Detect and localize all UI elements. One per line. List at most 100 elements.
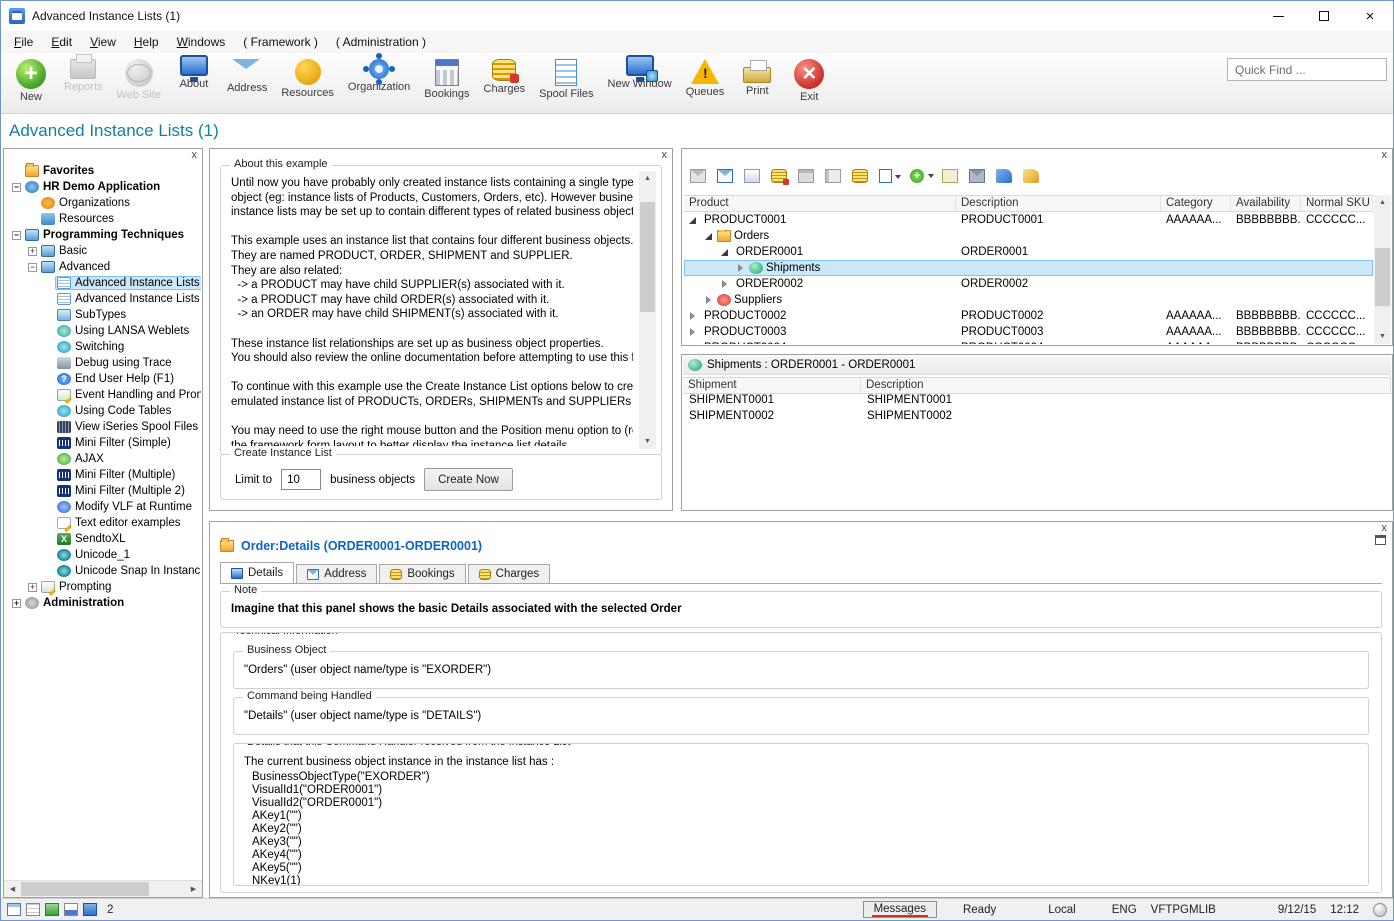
scroll-thumb[interactable] — [21, 882, 149, 896]
toolbar-button-exit[interactable]: Exit — [783, 56, 835, 105]
coins-gold-icon[interactable] — [852, 169, 868, 183]
tree-item-advanced-instance-lists[interactable]: Advanced Instance Lists — [4, 291, 201, 307]
column-header-description[interactable]: Description — [956, 196, 1161, 211]
tree-item-event-handling-and-pron[interactable]: Event Handling and Pron — [4, 387, 201, 403]
toolbar-button-address[interactable]: Address — [220, 56, 274, 96]
scroll-right-icon[interactable]: ▶ — [185, 881, 202, 898]
toolbar-button-new[interactable]: New — [5, 56, 57, 105]
card-icon[interactable] — [744, 169, 760, 183]
tree-item-view-iseries-spool-files[interactable]: View iSeries Spool Files — [4, 419, 201, 435]
tag-gold-icon[interactable] — [1023, 169, 1039, 183]
expand-triangle-icon[interactable] — [720, 279, 731, 289]
panel-gray-icon[interactable] — [798, 169, 814, 183]
charges-red-icon[interactable] — [771, 169, 787, 183]
toolbar-button-new-window[interactable]: New Window — [601, 56, 679, 92]
tab-charges[interactable]: Charges — [468, 564, 550, 583]
close-button[interactable]: × — [1347, 1, 1393, 31]
chart-icon[interactable] — [64, 903, 78, 916]
instance-row-product0004[interactable]: PRODUCT0004PRODUCT0004AAAAAA...BBBBBBBB.… — [684, 340, 1373, 344]
expand-triangle-icon[interactable] — [688, 343, 699, 344]
tree-item-unicode-snap-in-instanc[interactable]: Unicode Snap In Instanc — [4, 563, 201, 579]
expand-triangle-icon[interactable] — [688, 327, 699, 337]
menu-item-edit[interactable]: Edit — [42, 33, 81, 51]
toolbar-button-charges[interactable]: Charges — [477, 56, 533, 97]
tree-item-mini-filter-multiple-2[interactable]: Mini Filter (Multiple 2) — [4, 483, 201, 499]
about-scrollbar[interactable]: ▲ ▼ — [639, 171, 656, 449]
mail-gray-icon[interactable] — [690, 169, 706, 183]
collapse-triangle-icon[interactable] — [720, 247, 731, 257]
column-header-category[interactable]: Category — [1161, 196, 1231, 211]
mail-dark-icon[interactable] — [969, 169, 985, 183]
menu-item-view[interactable]: View — [81, 33, 125, 51]
details-close-icon[interactable]: x — [1382, 523, 1388, 534]
mail-blue-icon[interactable] — [717, 169, 733, 183]
instance-row-product0002[interactable]: PRODUCT0002PRODUCT0002AAAAAA...BBBBBBBB.… — [684, 308, 1373, 324]
instance-scrollbar[interactable]: ▲ ▼ — [1374, 195, 1391, 344]
tree-item-sendtoxl[interactable]: SendtoXL — [4, 531, 201, 547]
tree-item-mini-filter-multiple[interactable]: Mini Filter (Multiple) — [4, 467, 201, 483]
toolbar-button-bookings[interactable]: Bookings — [417, 56, 476, 102]
tree-item-prompting[interactable]: +Prompting — [4, 579, 201, 595]
about-close-icon[interactable]: x — [662, 150, 668, 161]
instance-row-suppliers[interactable]: Suppliers — [684, 292, 1373, 308]
scroll-up-icon[interactable]: ▲ — [1374, 195, 1391, 210]
table-icon[interactable] — [26, 903, 40, 916]
collapse-icon[interactable]: − — [28, 263, 37, 272]
minimize-button[interactable] — [1255, 1, 1301, 31]
toolbar-button-spool-files[interactable]: Spool Files — [532, 56, 600, 102]
toolbar-button-organization[interactable]: Organization — [341, 56, 417, 95]
tree-item-end-user-help-f1[interactable]: End User Help (F1) — [4, 371, 201, 387]
tree-item-basic[interactable]: +Basic — [4, 243, 201, 259]
tree-item-text-editor-examples[interactable]: Text editor examples — [4, 515, 201, 531]
tree-item-subtypes[interactable]: SubTypes — [4, 307, 201, 323]
menu-item-help[interactable]: Help — [125, 33, 168, 51]
tree-item-modify-vlf-at-runtime[interactable]: Modify VLF at Runtime — [4, 499, 201, 515]
toolbar-button-resources[interactable]: Resources — [274, 56, 341, 101]
expand-triangle-icon[interactable] — [688, 311, 699, 321]
export-box-icon[interactable] — [942, 169, 958, 183]
shipment-row-shipment0002[interactable]: SHIPMENT0002SHIPMENT0002 — [683, 410, 1391, 426]
sheet-icon[interactable] — [45, 903, 59, 916]
scroll-thumb[interactable] — [1375, 248, 1390, 306]
tree-item-using-code-tables[interactable]: Using Code Tables — [4, 403, 201, 419]
tree-item-debug-using-trace[interactable]: Debug using Trace — [4, 355, 201, 371]
collapse-triangle-icon[interactable] — [704, 231, 715, 241]
tab-address[interactable]: Address — [296, 564, 377, 583]
menu-item-windows[interactable]: Windows — [168, 33, 235, 51]
instance-row-order0001[interactable]: ORDER0001ORDER0001 — [684, 244, 1373, 260]
scroll-left-icon[interactable]: ◀ — [4, 881, 21, 898]
instance-row-product0001[interactable]: PRODUCT0001PRODUCT0001AAAAAA...BBBBBBBB.… — [684, 212, 1373, 228]
tree-item-administration[interactable]: +Administration — [4, 595, 201, 611]
column-header-normal-sku[interactable]: Normal SKU — [1301, 196, 1373, 211]
collapse-triangle-icon[interactable] — [688, 215, 699, 225]
expand-icon[interactable]: + — [28, 583, 37, 592]
toolbar-button-about[interactable]: About — [168, 56, 220, 92]
expand-icon[interactable]: + — [28, 247, 37, 256]
flag-icon[interactable] — [83, 903, 97, 916]
tree-item-advanced-instance-lists[interactable]: Advanced Instance Lists — [4, 275, 201, 291]
tree-horizontal-scrollbar[interactable]: ◀ ▶ — [4, 880, 202, 897]
expand-triangle-icon[interactable] — [736, 263, 747, 273]
tree-item-organizations[interactable]: Organizations — [4, 195, 201, 211]
shipment-row-shipment0001[interactable]: SHIPMENT0001SHIPMENT0001 — [683, 394, 1391, 410]
column-header-shipment[interactable]: Shipment — [683, 378, 861, 393]
scroll-track[interactable] — [1374, 210, 1391, 329]
create-now-button[interactable]: Create Now — [424, 468, 513, 491]
toolbar-button-queues[interactable]: Queues — [679, 56, 732, 100]
column-header-description[interactable]: Description — [861, 378, 1391, 393]
tree-item-advanced[interactable]: −Advanced — [4, 259, 201, 275]
panel-gray2-icon[interactable] — [825, 169, 841, 183]
tab-details[interactable]: Details — [220, 562, 294, 583]
selection-dropdown-icon[interactable] — [879, 169, 892, 183]
instance-row-orders[interactable]: Orders — [684, 228, 1373, 244]
quick-find-input[interactable] — [1227, 58, 1387, 81]
tree-item-unicode-1[interactable]: Unicode_1 — [4, 547, 201, 563]
column-header-availability[interactable]: Availability — [1231, 196, 1301, 211]
tree-item-favorites[interactable]: Favorites — [4, 163, 201, 179]
expand-triangle-icon[interactable] — [704, 295, 715, 305]
tree-item-using-lansa-weblets[interactable]: Using LANSA Weblets — [4, 323, 201, 339]
limit-input[interactable] — [281, 469, 321, 490]
tree-close-icon[interactable]: x — [192, 150, 198, 161]
menu-item-administration[interactable]: ( Administration ) — [327, 33, 435, 51]
scroll-track[interactable] — [21, 881, 185, 897]
